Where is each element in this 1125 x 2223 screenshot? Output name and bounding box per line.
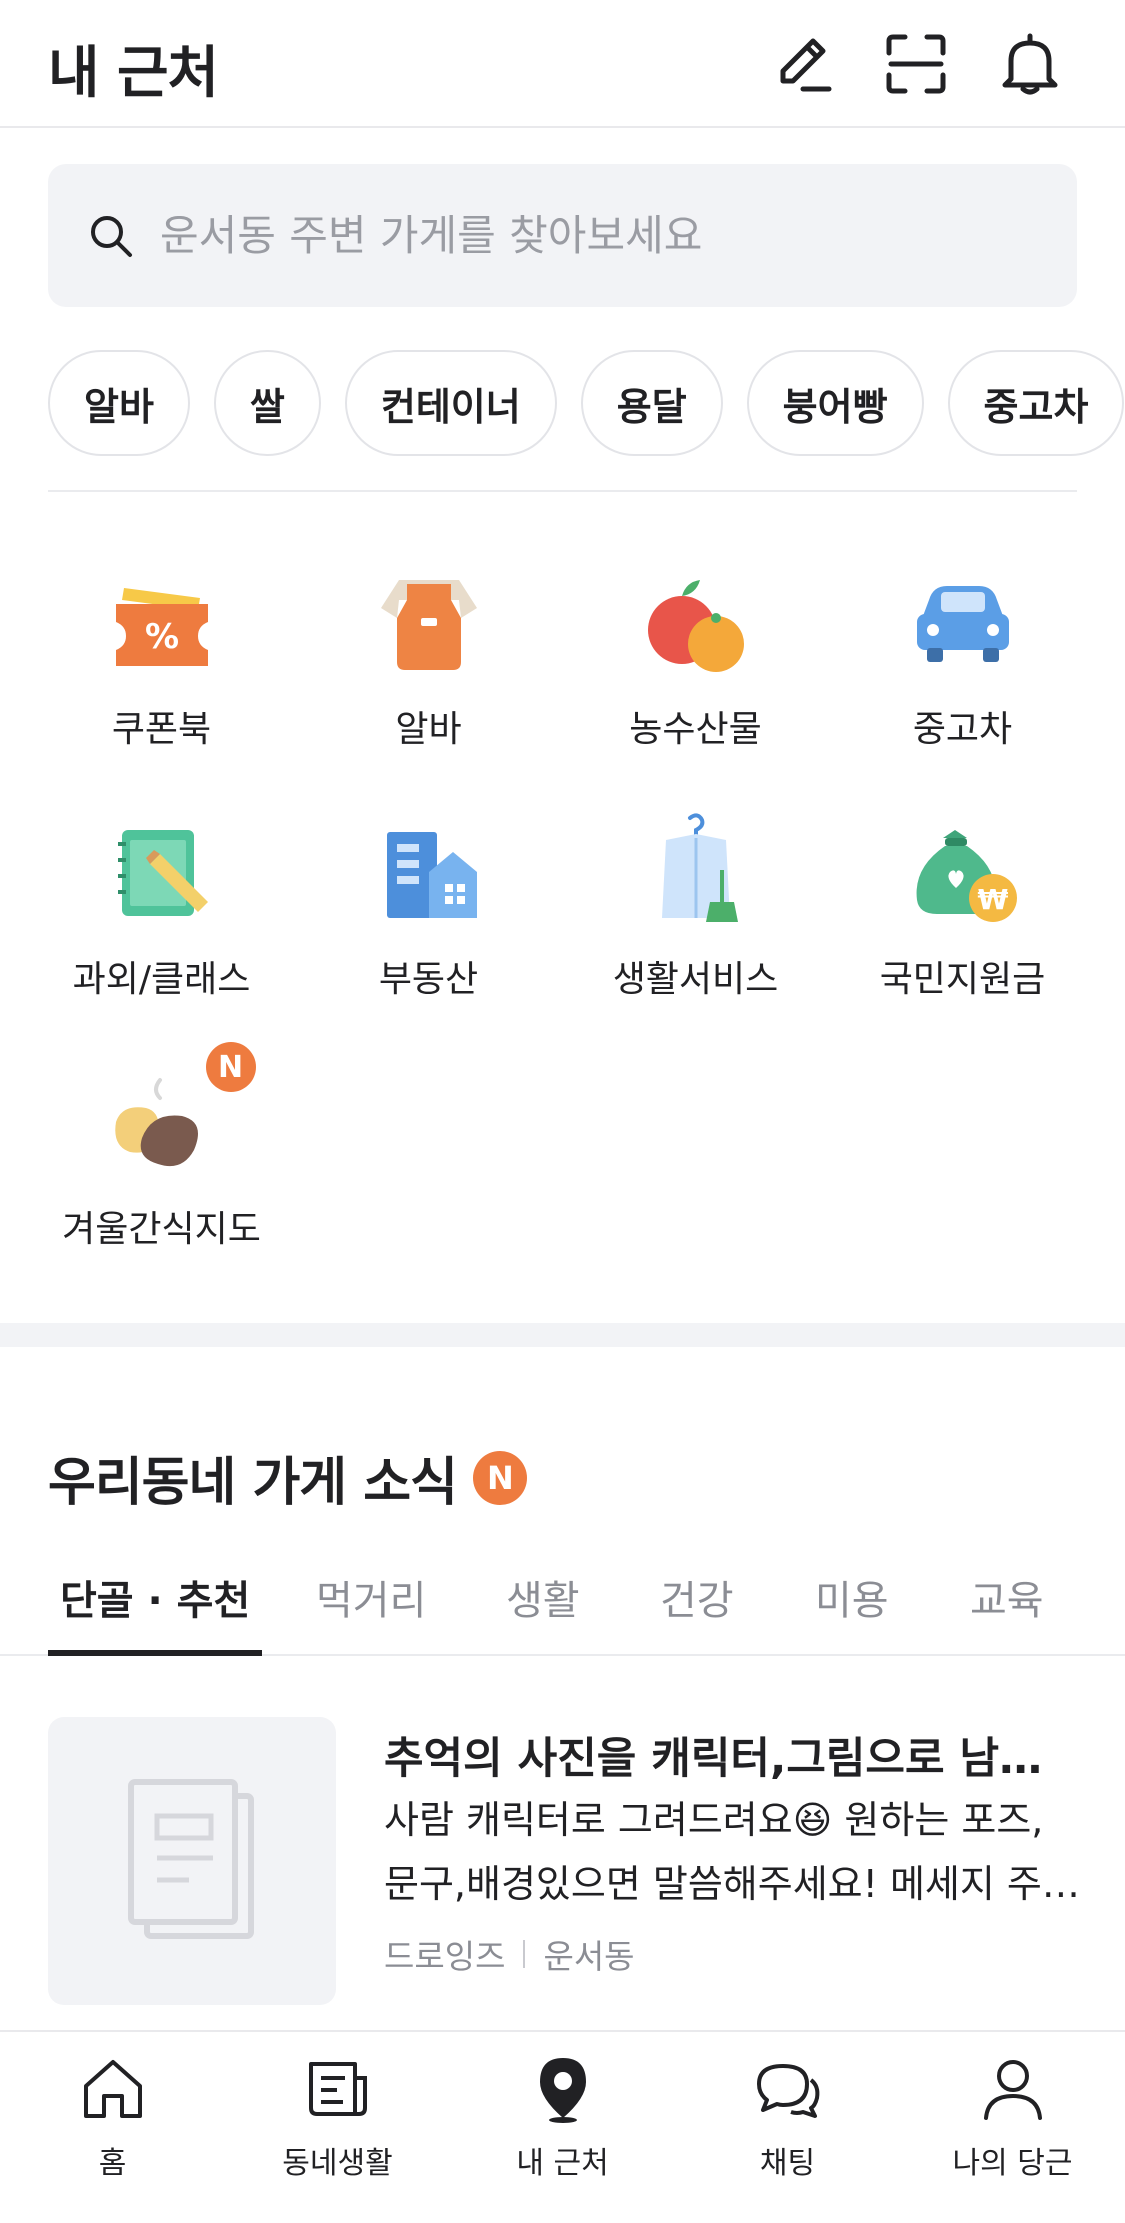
scan-icon[interactable] [876, 24, 956, 104]
chat-icon [756, 2064, 819, 2118]
article-meta: 드로잉즈 운서동 [384, 1930, 635, 1978]
store-name: 드로잉즈 [384, 1937, 506, 1976]
fruit-icon [636, 560, 756, 680]
category-label: 중고차 [912, 709, 1013, 750]
nav-label: 채팅 [759, 2146, 816, 2181]
chip-keyword[interactable]: 용달 [580, 350, 723, 456]
top-app-bar: 내 근처 [0, 0, 1125, 128]
category-label: 국민지원금 [879, 959, 1046, 1000]
category-label: 알바 [395, 709, 462, 750]
article-description: 사람 캐릭터로 그려드려요😆 원하는 포즈, 문구,배경있으면 말씀해주세요! … [384, 1788, 1084, 1916]
laundry-icon [636, 810, 756, 930]
nav-community[interactable]: 동네생활 [225, 2054, 450, 2204]
profile-icon [983, 2060, 1042, 2120]
nav-home[interactable]: 홈 [0, 2054, 225, 2204]
apron-icon [369, 560, 489, 680]
nav-label: 동네생활 [282, 2146, 393, 2181]
category-job[interactable]: 알바 [295, 560, 562, 780]
category-subsidy[interactable]: ₩ 국민지원금 [829, 810, 1096, 1030]
divider [48, 490, 1077, 492]
category-used-car[interactable]: 중고차 [829, 560, 1096, 780]
category-label: 생활서비스 [612, 959, 779, 1000]
nav-label: 내 근처 [516, 2146, 609, 2181]
newspaper-icon [308, 2062, 367, 2116]
category-label: 겨울간식지도 [62, 1209, 261, 1250]
meta-separator [523, 1940, 526, 1968]
category-winter-snack-map[interactable]: N 겨울간식지도 [28, 1042, 295, 1280]
nav-my-profile[interactable]: 나의 당근 [900, 2054, 1125, 2204]
sweet-potato-icon: N [102, 1042, 256, 1180]
svg-text:₩: ₩ [977, 883, 1008, 916]
category-label: 쿠폰북 [111, 709, 212, 750]
tab-recommended[interactable]: 단골 · 추천 [48, 1560, 263, 1656]
svg-text:%: % [144, 617, 178, 657]
category-real-estate[interactable]: 부동산 [295, 810, 562, 1030]
news-tabs: 단골 · 추천 먹거리 생활 건강 미용 교육 [0, 1560, 1125, 1656]
nav-nearby[interactable]: 내 근처 [450, 2054, 675, 2204]
chip-keyword[interactable]: 알바 [48, 350, 190, 456]
section-title: 우리동네 가게 소식 N [48, 1440, 527, 1515]
keyword-chips: 알바 쌀 컨테이너 용달 붕어빵 중고차 [48, 350, 1125, 458]
category-life-service[interactable]: 생활서비스 [562, 810, 829, 1030]
tab-life[interactable]: 생활 [506, 1560, 580, 1656]
nav-label: 나의 당근 [952, 2146, 1073, 2181]
tab-food[interactable]: 먹거리 [316, 1560, 426, 1656]
tab-health[interactable]: 건강 [660, 1560, 734, 1656]
pencil-icon[interactable] [762, 24, 842, 104]
bell-icon[interactable] [990, 24, 1070, 104]
chip-keyword[interactable]: 쌀 [213, 350, 321, 456]
new-badge: N [472, 1450, 527, 1505]
tab-beauty[interactable]: 미용 [815, 1560, 889, 1656]
store-location: 운서동 [543, 1937, 635, 1976]
coupon-icon: % [102, 560, 222, 680]
money-bag-icon: ₩ [903, 810, 1023, 930]
section-title-text: 우리동네 가게 소식 [48, 1453, 458, 1513]
nav-chat[interactable]: 채팅 [675, 2054, 900, 2204]
category-label: 농수산물 [629, 709, 762, 750]
home-icon [83, 2060, 142, 2118]
notebook-icon [102, 810, 222, 930]
chip-keyword[interactable]: 컨테이너 [344, 350, 557, 456]
document-placeholder-icon [128, 1779, 254, 1939]
nav-label: 홈 [98, 2146, 127, 2181]
category-produce[interactable]: 농수산물 [562, 560, 829, 780]
car-icon [903, 560, 1023, 680]
tab-education[interactable]: 교육 [970, 1560, 1044, 1656]
page-title: 내 근처 [48, 41, 219, 106]
chip-keyword[interactable]: 붕어빵 [746, 350, 924, 456]
section-divider [0, 1323, 1125, 1347]
search-bar[interactable] [48, 164, 1077, 307]
new-badge: N [205, 1042, 256, 1092]
article-description-line: 문구,배경있으면 말씀해주세요! 메세지 주… [384, 1862, 1080, 1906]
category-class[interactable]: 과외/클래스 [28, 810, 295, 1030]
category-label: 부동산 [378, 959, 479, 1000]
search-icon [91, 215, 132, 257]
article-thumbnail[interactable] [48, 1717, 336, 2005]
bottom-navigation: 홈 동네생활 내 근처 채팅 나의 당근 [0, 2030, 1125, 2223]
chip-keyword[interactable]: 중고차 [947, 350, 1125, 456]
category-coupon[interactable]: % 쿠폰북 [28, 560, 295, 780]
article-description-line: 사람 캐릭터로 그려드려요😆 원하는 포즈, [384, 1798, 1044, 1842]
category-label: 과외/클래스 [72, 959, 251, 1000]
location-pin-icon [539, 2058, 586, 2123]
building-icon [369, 810, 489, 930]
article-title[interactable]: 추억의 사진을 캐릭터,그림으로 남… [384, 1724, 1084, 1786]
search-input[interactable] [160, 211, 1040, 260]
